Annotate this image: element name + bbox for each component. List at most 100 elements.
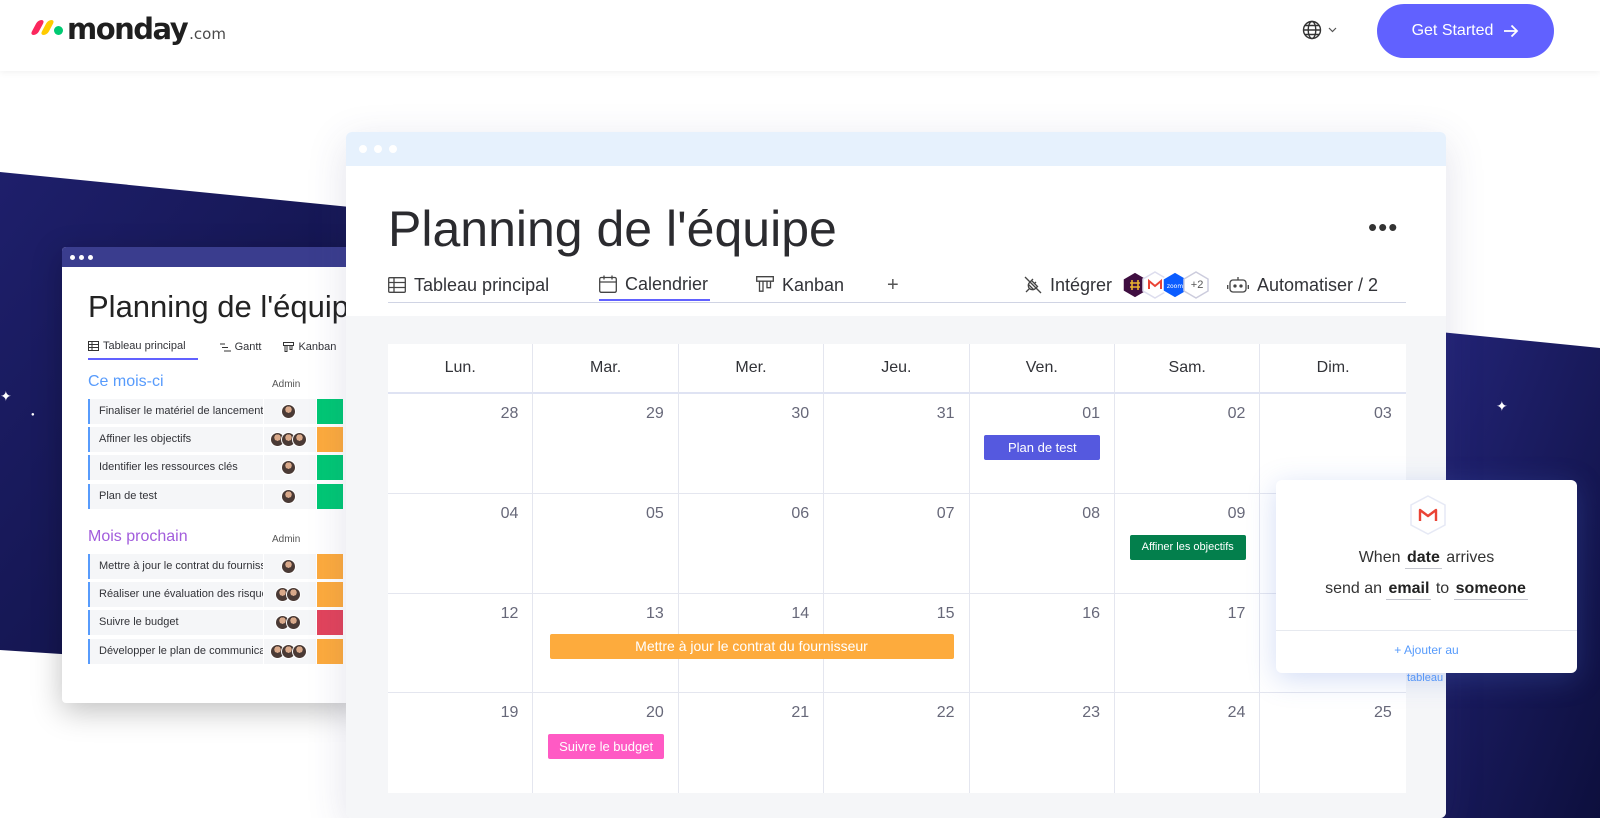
mini-tab-gantt[interactable]: Gantt (219, 340, 262, 360)
avatar (280, 404, 296, 419)
status-cell[interactable] (317, 427, 343, 452)
day-number: 29 (645, 405, 664, 422)
calendar-day-cell[interactable]: 03 (1260, 394, 1406, 494)
calendar-day-cell[interactable]: 16 (969, 593, 1115, 694)
mini-tab-main-table[interactable]: Tableau principal (88, 340, 198, 360)
table-row[interactable]: Développer le plan de communication (88, 639, 362, 664)
table-icon (88, 341, 99, 351)
avatar-group (264, 610, 316, 635)
status-cell[interactable] (317, 639, 343, 664)
calendar-day-cell[interactable]: 21 (679, 693, 825, 793)
automation-text: send an (1325, 580, 1383, 597)
kanban-icon (283, 341, 295, 352)
tab-main-table[interactable]: Tableau principal (388, 269, 549, 301)
avatar-group (264, 484, 316, 509)
automation-field-email[interactable]: email (1386, 580, 1432, 600)
weekday-header: Dim. (1260, 344, 1406, 394)
sparkle-icon: ✦ (0, 388, 12, 404)
integrate-button[interactable]: Intégrer zoom +2 (1024, 269, 1209, 301)
avatar (280, 559, 296, 574)
row-label: Plan de test (88, 484, 263, 509)
column-header-admin: Admin (272, 534, 301, 545)
automation-field-date[interactable]: date (1404, 549, 1442, 569)
calendar-day-cell[interactable]: 17 (1115, 593, 1261, 694)
day-number: 22 (936, 704, 955, 722)
status-cell[interactable] (317, 554, 343, 579)
calendar-event[interactable]: Mettre à jour le contrat du fournisseur (549, 633, 954, 659)
day-number: 31 (936, 405, 955, 422)
tab-calendar[interactable]: Calendrier (599, 269, 711, 301)
avatar (286, 587, 301, 602)
calendar-event[interactable]: Suivre le budget (548, 734, 665, 760)
day-number: 08 (1082, 504, 1100, 522)
calendar-day-cell[interactable]: 23 (970, 693, 1115, 793)
avatar (280, 460, 296, 475)
row-label: Suivre le budget (88, 610, 263, 635)
row-label: Développer le plan de communication (88, 639, 263, 664)
calendar-event[interactable]: Affiner les objectifs (1129, 534, 1246, 560)
calendar-day-cell[interactable]: 24 (1115, 693, 1261, 793)
automation-card[interactable]: When date arrives send an email to someo… (1276, 480, 1577, 673)
status-cell[interactable] (317, 399, 343, 424)
calendar-day-cell[interactable]: 04 (388, 493, 534, 594)
automate-button[interactable]: Automatiser / 2 (1227, 269, 1378, 301)
avatar (280, 489, 296, 504)
add-view-button[interactable]: + (887, 269, 899, 301)
day-number: 01 (1082, 405, 1100, 422)
calendar-day-cell[interactable]: 12 (388, 593, 534, 694)
calendar-day-cell[interactable]: 31 (824, 394, 970, 494)
tab-kanban[interactable]: Kanban (756, 269, 844, 301)
calendar-day-cell[interactable]: 30 (678, 394, 825, 494)
status-cell[interactable] (317, 582, 343, 607)
avatar-group (264, 399, 316, 424)
status-cell[interactable] (317, 610, 343, 635)
more-options-icon[interactable]: ••• (1368, 212, 1398, 243)
monday-logo[interactable]: monday .com (30, 12, 226, 46)
table-row[interactable]: Suivre le budget (88, 610, 362, 635)
weekday-header: Sam. (1115, 344, 1261, 394)
language-selector[interactable] (1302, 20, 1337, 40)
table-row[interactable]: Réaliser une évaluation des risques (88, 582, 362, 607)
mini-tab-kanban[interactable]: Kanban (283, 340, 336, 360)
avatar-group (264, 455, 316, 480)
calendar-day-cell[interactable]: 08 (969, 493, 1115, 594)
day-number: 07 (936, 504, 955, 522)
table-row[interactable]: Plan de test (88, 484, 362, 509)
calendar-day-cell[interactable]: 19 (388, 693, 534, 793)
get-started-button[interactable]: Get Started (1377, 4, 1554, 58)
calendar-day-cell[interactable]: 25 (1260, 693, 1405, 793)
table-row[interactable]: Finaliser le matériel de lancement (88, 399, 362, 424)
table-row[interactable]: Affiner les objectifs (88, 427, 362, 452)
avatar-group (264, 427, 316, 452)
automation-field-someone[interactable]: someone (1453, 580, 1528, 600)
table-row[interactable]: Mettre à jour le contrat du fournisseur (88, 554, 362, 579)
background-shape-right (1420, 330, 1600, 818)
status-cell[interactable] (317, 484, 343, 509)
calendar-day-cell[interactable]: 07 (824, 493, 970, 594)
day-number: 21 (791, 704, 810, 722)
tab-label: Kanban (782, 274, 845, 295)
svg-text:zoom: zoom (1167, 283, 1183, 290)
day-number: 28 (500, 405, 519, 422)
gmail-icon (1410, 495, 1446, 535)
day-number: 15 (936, 604, 955, 622)
add-to-board-link-continued: tableau (1407, 672, 1444, 684)
calendar-day-cell[interactable]: 06 (678, 493, 825, 594)
add-to-board-link[interactable]: + Ajouter au (1276, 643, 1577, 657)
calendar-day-cell[interactable]: 02 (1115, 394, 1261, 494)
status-cell[interactable] (317, 455, 343, 480)
day-number: 13 (645, 604, 664, 622)
row-label: Affiner les objectifs (88, 427, 263, 452)
calendar-day-cell[interactable]: 28 (388, 394, 534, 494)
calendar-event[interactable]: Plan de test (984, 435, 1101, 460)
calendar-day-cell[interactable]: 22 (824, 693, 970, 793)
day-number: 16 (1082, 604, 1100, 622)
mini-tab-label: Gantt (234, 341, 262, 353)
calendar-day-cell[interactable]: 05 (533, 493, 679, 594)
calendar-day-cell[interactable]: 29 (533, 394, 679, 494)
automation-action: send an email to someone (1276, 580, 1577, 600)
table-row[interactable]: Identifier les ressources clés (88, 455, 362, 480)
tab-label: Tableau principal (414, 274, 550, 295)
integration-icons: zoom +2 (1122, 271, 1209, 299)
day-number: 12 (500, 604, 519, 622)
